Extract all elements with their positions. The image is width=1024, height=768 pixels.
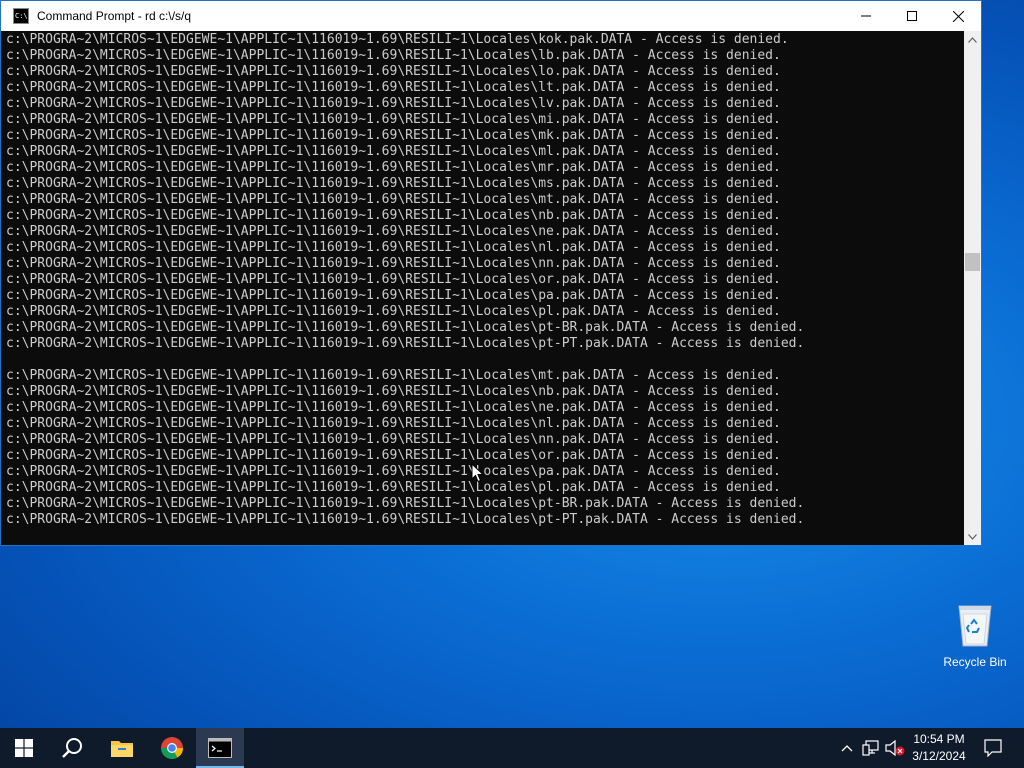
console-line: c:\PROGRA~2\MICROS~1\EDGEWE~1\APPLIC~1\1… [6,288,781,303]
recycle-bin-icon [958,605,992,647]
console-line: c:\PROGRA~2\MICROS~1\EDGEWE~1\APPLIC~1\1… [6,432,781,447]
console-line: c:\PROGRA~2\MICROS~1\EDGEWE~1\APPLIC~1\1… [6,48,781,63]
command-prompt-app-icon[interactable]: C:\ [13,8,29,24]
console-line: c:\PROGRA~2\MICROS~1\EDGEWE~1\APPLIC~1\1… [6,416,781,431]
window-titlebar[interactable]: C:\ Command Prompt - rd c:\/s/q [1,1,981,31]
console-line: c:\PROGRA~2\MICROS~1\EDGEWE~1\APPLIC~1\1… [6,304,781,319]
scroll-up-button[interactable] [964,31,981,48]
command-prompt-icon [208,738,232,758]
search-button[interactable] [48,728,96,768]
clock-time: 10:54 PM [913,732,965,746]
windows-logo-icon [15,739,33,757]
console-line: c:\PROGRA~2\MICROS~1\EDGEWE~1\APPLIC~1\1… [6,144,781,159]
network-button[interactable] [860,728,882,768]
console-line: c:\PROGRA~2\MICROS~1\EDGEWE~1\APPLIC~1\1… [6,320,805,335]
clock-date: 3/12/2024 [912,749,966,763]
volume-button[interactable] [884,728,906,768]
console-line: c:\PROGRA~2\MICROS~1\EDGEWE~1\APPLIC~1\1… [6,336,805,351]
recycle-bin-shortcut[interactable]: Recycle Bin [940,600,1010,669]
console-line: c:\PROGRA~2\MICROS~1\EDGEWE~1\APPLIC~1\1… [6,496,805,511]
close-icon [952,10,964,22]
console-line: c:\PROGRA~2\MICROS~1\EDGEWE~1\APPLIC~1\1… [6,448,781,463]
maximize-button[interactable] [889,1,935,31]
vertical-scrollbar[interactable] [964,31,981,545]
minimize-icon [861,15,871,17]
console-line: c:\PROGRA~2\MICROS~1\EDGEWE~1\APPLIC~1\1… [6,384,781,399]
console-line: c:\PROGRA~2\MICROS~1\EDGEWE~1\APPLIC~1\1… [6,192,781,207]
window-controls [843,1,981,31]
console-line: c:\PROGRA~2\MICROS~1\EDGEWE~1\APPLIC~1\1… [6,224,781,239]
close-button[interactable] [935,1,981,31]
maximize-icon [907,11,917,21]
network-icon [862,740,879,756]
console-line: c:\PROGRA~2\MICROS~1\EDGEWE~1\APPLIC~1\1… [6,400,781,415]
taskbar-clock[interactable]: 10:54 PM 3/12/2024 [906,728,972,768]
console-line: c:\PROGRA~2\MICROS~1\EDGEWE~1\APPLIC~1\1… [6,176,781,191]
console-line: c:\PROGRA~2\MICROS~1\EDGEWE~1\APPLIC~1\1… [6,32,789,47]
chevron-down-icon [968,533,977,540]
console-line: c:\PROGRA~2\MICROS~1\EDGEWE~1\APPLIC~1\1… [6,64,781,79]
window-title: Command Prompt - rd c:\/s/q [37,9,192,23]
show-hidden-icons-button[interactable] [836,728,858,768]
mouse-cursor-icon [471,463,485,483]
scroll-down-button[interactable] [964,528,981,545]
command-prompt-window[interactable]: C:\ Command Prompt - rd c:\/s/q c:\PROGR… [0,0,982,546]
notification-icon [984,739,1002,757]
file-explorer-button[interactable] [98,728,146,768]
console-line: c:\PROGRA~2\MICROS~1\EDGEWE~1\APPLIC~1\1… [6,128,781,143]
console-line: c:\PROGRA~2\MICROS~1\EDGEWE~1\APPLIC~1\1… [6,512,805,527]
chevron-up-icon [841,745,853,752]
chrome-button[interactable] [148,728,196,768]
console-line: c:\PROGRA~2\MICROS~1\EDGEWE~1\APPLIC~1\1… [6,368,781,383]
search-icon [62,738,82,758]
recycle-bin-label: Recycle Bin [943,655,1007,669]
console-line: c:\PROGRA~2\MICROS~1\EDGEWE~1\APPLIC~1\1… [6,480,781,495]
console-line: c:\PROGRA~2\MICROS~1\EDGEWE~1\APPLIC~1\1… [6,96,781,111]
file-explorer-icon [111,741,133,757]
console-line: c:\PROGRA~2\MICROS~1\EDGEWE~1\APPLIC~1\1… [6,160,781,175]
console-line: c:\PROGRA~2\MICROS~1\EDGEWE~1\APPLIC~1\1… [6,240,781,255]
console-line: c:\PROGRA~2\MICROS~1\EDGEWE~1\APPLIC~1\1… [6,112,781,127]
console-line: c:\PROGRA~2\MICROS~1\EDGEWE~1\APPLIC~1\1… [6,272,781,287]
scroll-thumb[interactable] [965,253,980,271]
console-output[interactable]: c:\PROGRA~2\MICROS~1\EDGEWE~1\APPLIC~1\1… [6,32,964,544]
volume-muted-icon [885,740,905,756]
console-line: c:\PROGRA~2\MICROS~1\EDGEWE~1\APPLIC~1\1… [6,464,781,479]
console-line: c:\PROGRA~2\MICROS~1\EDGEWE~1\APPLIC~1\1… [6,256,781,271]
chrome-icon [161,737,183,759]
notification-center-button[interactable] [978,728,1008,768]
console-line: c:\PROGRA~2\MICROS~1\EDGEWE~1\APPLIC~1\1… [6,80,781,95]
chevron-up-icon [968,36,977,43]
taskbar: 10:54 PM 3/12/2024 [0,728,1024,768]
start-button[interactable] [0,728,48,768]
command-prompt-taskbar-button[interactable] [196,728,244,768]
console-line: c:\PROGRA~2\MICROS~1\EDGEWE~1\APPLIC~1\1… [6,208,781,223]
minimize-button[interactable] [843,1,889,31]
